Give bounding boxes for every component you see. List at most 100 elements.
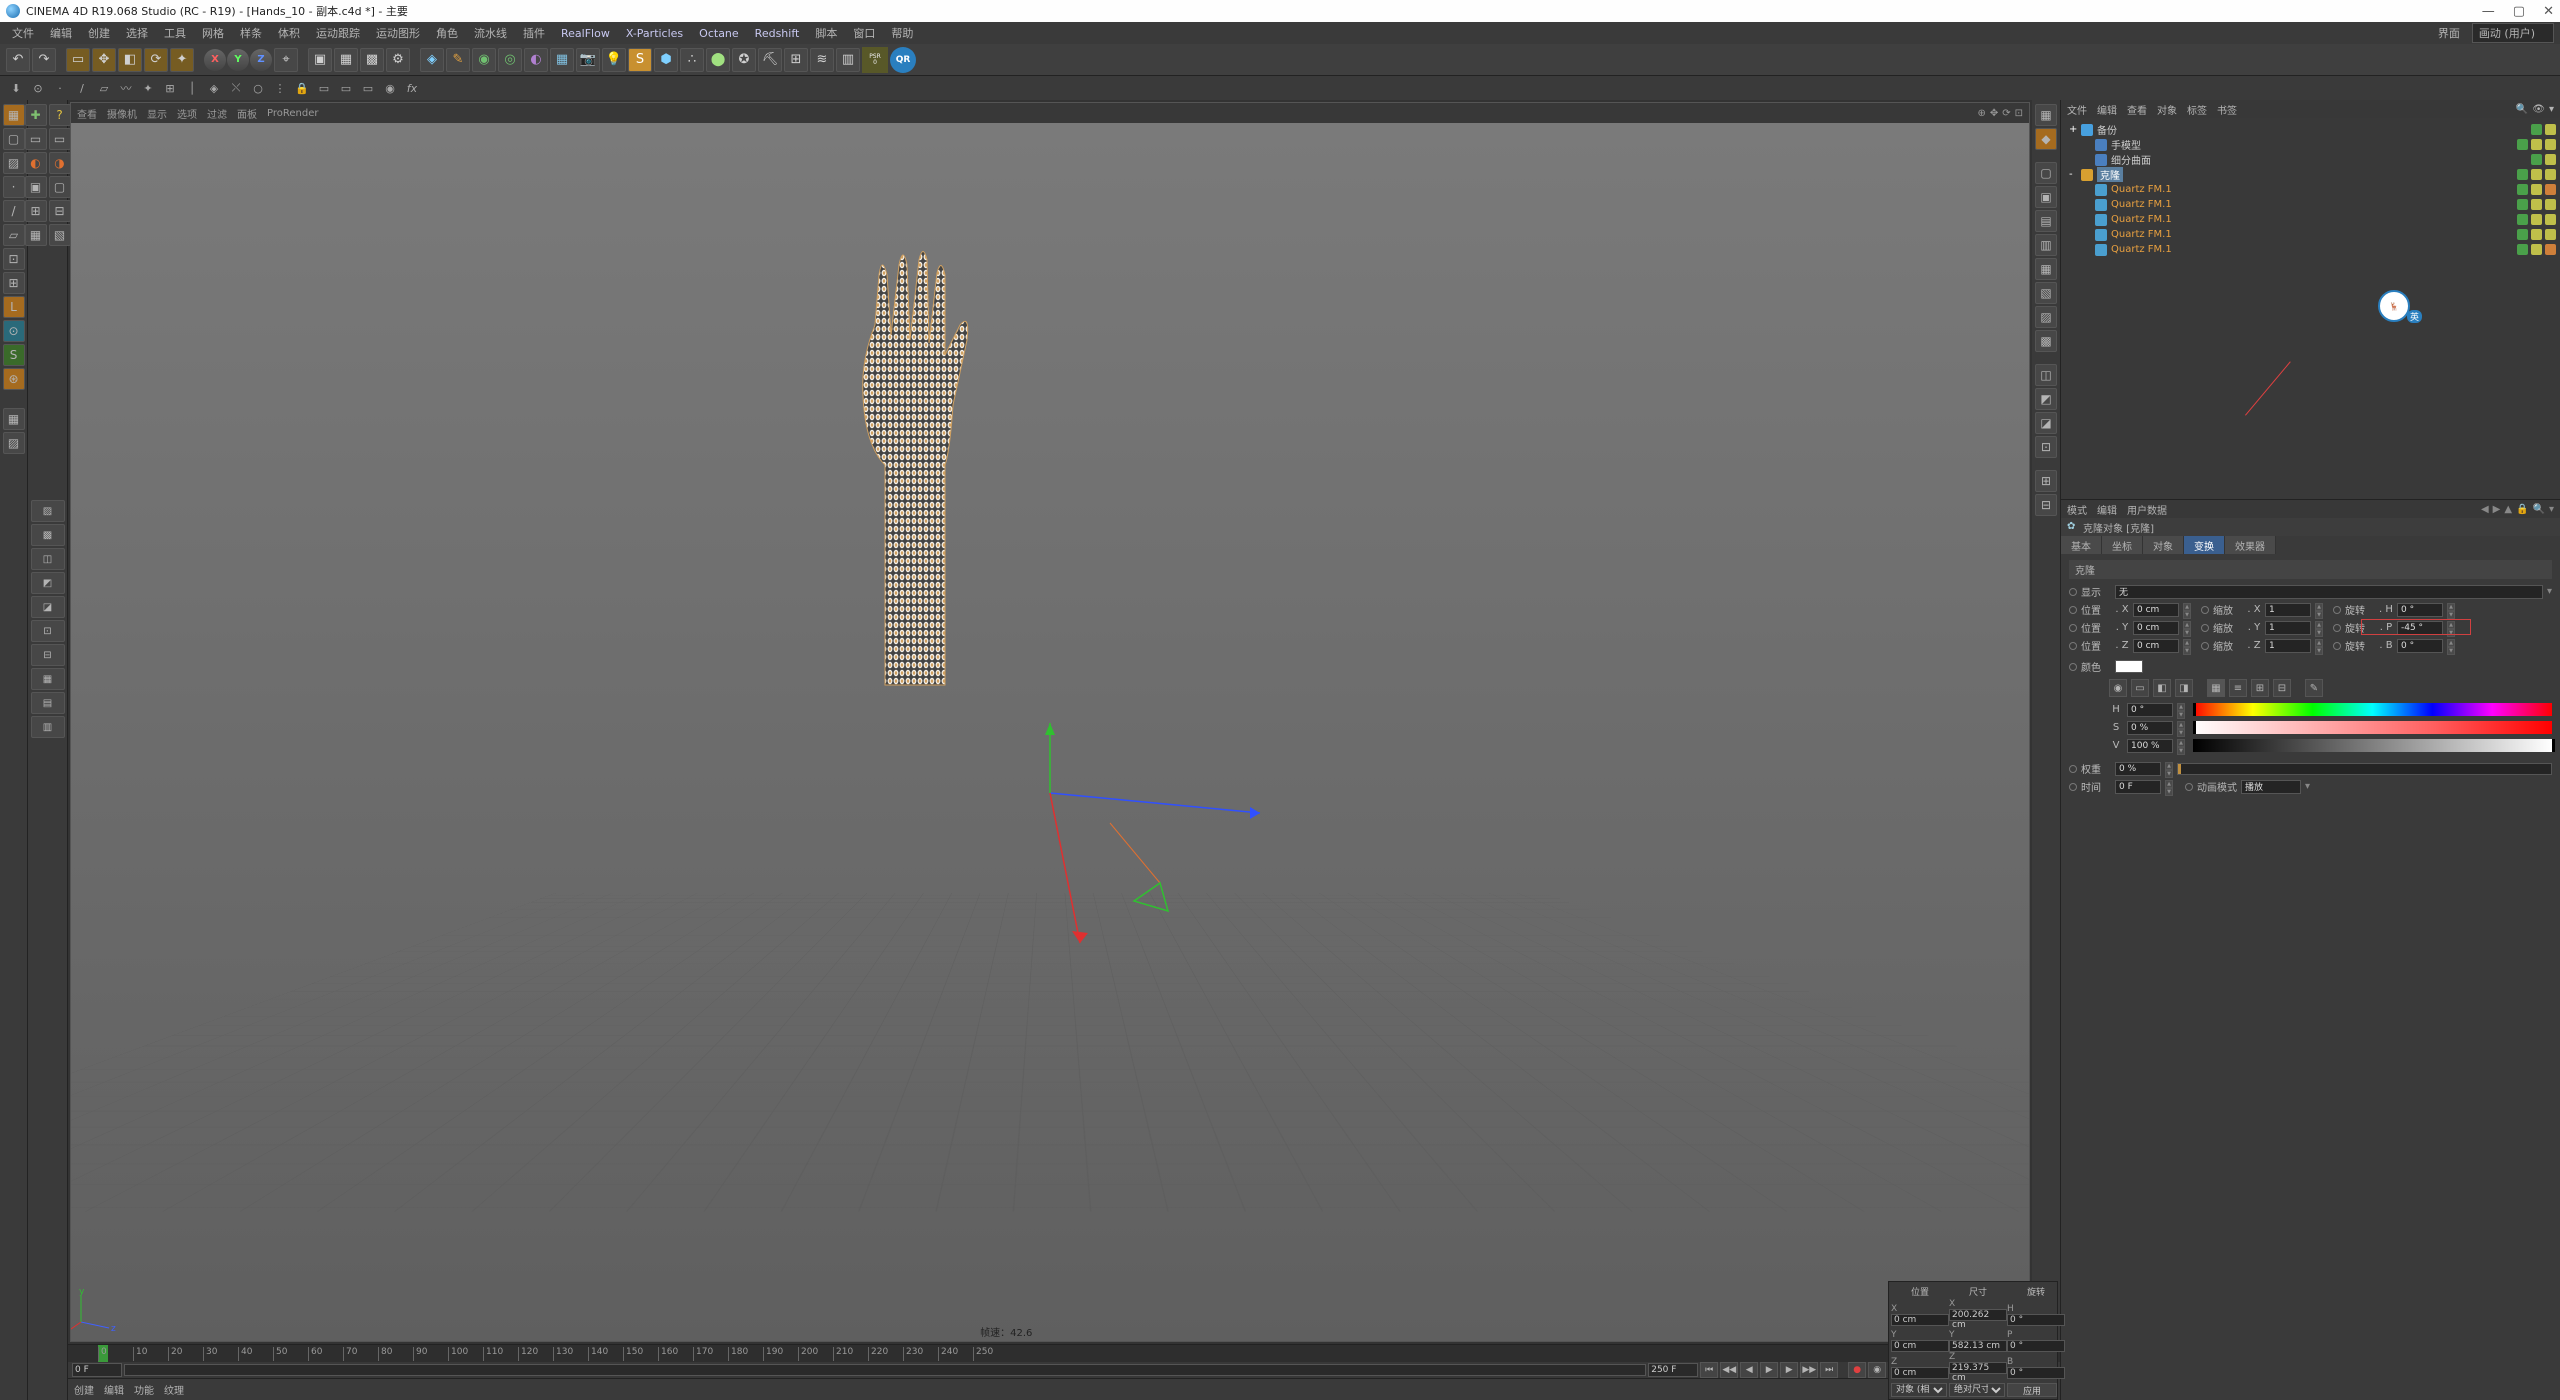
- sculpt-tool8[interactable]: ▦: [31, 668, 65, 690]
- vp-nav4-icon[interactable]: ⊡: [2015, 108, 2023, 119]
- xpresso[interactable]: S: [628, 48, 652, 72]
- matmenu-功能[interactable]: 功能: [134, 1382, 154, 1397]
- convert-icon[interactable]: ⬇: [6, 78, 26, 98]
- coord-apply-button[interactable]: 应用: [2007, 1383, 2057, 1397]
- snap-workplane[interactable]: ◈: [204, 78, 224, 98]
- vst12[interactable]: ⊡: [2035, 436, 2057, 458]
- snap-vertex[interactable]: ·: [50, 78, 70, 98]
- environment[interactable]: ▦: [550, 48, 574, 72]
- snap-edge[interactable]: /: [72, 78, 92, 98]
- snap-grid[interactable]: ⊞: [160, 78, 180, 98]
- objmenu-编辑[interactable]: 编辑: [2097, 102, 2117, 117]
- timeline-scrub[interactable]: [124, 1364, 1646, 1376]
- menu-插件[interactable]: 插件: [517, 23, 551, 43]
- attrmenu-模式[interactable]: 模式: [2067, 502, 2087, 517]
- menu-创建[interactable]: 创建: [82, 23, 116, 43]
- timeline[interactable]: 0102030405060708090100110120130140150160…: [68, 1344, 2060, 1378]
- vpmenu-摄像机[interactable]: 摄像机: [107, 106, 137, 121]
- snap-toggle[interactable]: ⊙: [28, 78, 48, 98]
- snap-s[interactable]: S: [3, 344, 25, 366]
- om-filter-icon[interactable]: ▾: [2549, 104, 2554, 115]
- vst8[interactable]: ▩: [2035, 330, 2057, 352]
- sculpt-tool5[interactable]: ◪: [31, 596, 65, 618]
- close-button[interactable]: ✕: [2543, 4, 2554, 19]
- vst13[interactable]: ⊞: [2035, 470, 2057, 492]
- object-tree[interactable]: +备份手模型细分曲面-克隆Quartz FM.1Quartz FM.1Quart…: [2061, 118, 2560, 499]
- tex-mode2[interactable]: ▨: [3, 432, 25, 454]
- mograph[interactable]: ⬢: [654, 48, 678, 72]
- psr-indicator[interactable]: PSR0: [862, 47, 888, 73]
- color-eyedropper-icon[interactable]: ✎: [2305, 679, 2323, 697]
- objmenu-标签[interactable]: 标签: [2187, 102, 2207, 117]
- tree-row[interactable]: Quartz FM.1: [2065, 197, 2556, 212]
- sculpt-tool10[interactable]: ▥: [31, 716, 65, 738]
- attr-menu-icon[interactable]: ▾: [2549, 504, 2554, 515]
- display-select[interactable]: 无: [2115, 585, 2543, 599]
- snap-midpoint[interactable]: ○: [248, 78, 268, 98]
- frame-current-input[interactable]: [72, 1363, 122, 1377]
- vst14[interactable]: ⊟: [2035, 494, 2057, 516]
- uv-edit[interactable]: ▥: [836, 48, 860, 72]
- spline-pen[interactable]: ✎: [446, 48, 470, 72]
- quantize[interactable]: ⋮: [270, 78, 290, 98]
- edge-mode[interactable]: /: [3, 200, 25, 222]
- tree-row[interactable]: Quartz FM.1: [2065, 242, 2556, 257]
- menu-工具[interactable]: 工具: [158, 23, 192, 43]
- menu-Octane[interactable]: Octane: [693, 25, 745, 42]
- hair[interactable]: ≋: [810, 48, 834, 72]
- menu-样条[interactable]: 样条: [234, 23, 268, 43]
- tree-row[interactable]: Quartz FM.1: [2065, 182, 2556, 197]
- animmode-select[interactable]: 播放: [2241, 780, 2301, 794]
- tree-row[interactable]: 手模型: [2065, 137, 2556, 152]
- weight-slider[interactable]: [2177, 763, 2552, 775]
- vpmenu-查看[interactable]: 查看: [77, 106, 97, 121]
- locked-wp[interactable]: ⊛: [3, 368, 25, 390]
- hud-toggle1[interactable]: ▦: [2035, 104, 2057, 126]
- motiontracker[interactable]: ⊞: [784, 48, 808, 72]
- axis-mode[interactable]: L: [3, 296, 25, 318]
- camera[interactable]: 📷: [576, 48, 600, 72]
- goto-start-button[interactable]: ⏮: [1700, 1362, 1718, 1378]
- attr-search-icon[interactable]: 🔍: [2533, 504, 2545, 515]
- prev-frame-button[interactable]: ◀: [1740, 1362, 1758, 1378]
- vp-nav3-icon[interactable]: ⟳: [2002, 108, 2010, 119]
- attr-tab-对象[interactable]: 对象: [2143, 536, 2184, 554]
- tree-row[interactable]: -克隆: [2065, 167, 2556, 182]
- attr-tab-变换[interactable]: 变换: [2184, 536, 2225, 554]
- tree-row[interactable]: Quartz FM.1: [2065, 212, 2556, 227]
- menu-体积[interactable]: 体积: [272, 23, 306, 43]
- vst6[interactable]: ▧: [2035, 282, 2057, 304]
- menu-角色[interactable]: 角色: [430, 23, 464, 43]
- menu-运动图形[interactable]: 运动图形: [370, 23, 426, 43]
- sel-filter1[interactable]: ▭: [25, 128, 47, 150]
- tree-row[interactable]: Quartz FM.1: [2065, 227, 2556, 242]
- sculpt-tool3[interactable]: ◫: [31, 548, 65, 570]
- sculpt-tool6[interactable]: ⊡: [31, 620, 65, 642]
- particles[interactable]: ∴: [680, 48, 704, 72]
- matmenu-编辑[interactable]: 编辑: [104, 1382, 124, 1397]
- vst5[interactable]: ▦: [2035, 258, 2057, 280]
- render-settings[interactable]: ⚙: [386, 48, 410, 72]
- make-editable[interactable]: ✚: [25, 104, 47, 126]
- snap-axis[interactable]: ✦: [138, 78, 158, 98]
- sculpt-tool7[interactable]: ⊟: [31, 644, 65, 666]
- polygon-mode[interactable]: ▱: [3, 224, 25, 246]
- uv-poly-mode[interactable]: ⊞: [3, 272, 25, 294]
- colormode-wheel-icon[interactable]: ◉: [2109, 679, 2127, 697]
- goto-end-button[interactable]: ⏭: [1820, 1362, 1838, 1378]
- attr-nav-back-icon[interactable]: ◀: [2481, 504, 2489, 515]
- snap-guide[interactable]: │: [182, 78, 202, 98]
- colormode-square-icon[interactable]: ◧: [2153, 679, 2171, 697]
- attr-tab-效果器[interactable]: 效果器: [2225, 536, 2276, 554]
- render-view[interactable]: ▣: [308, 48, 332, 72]
- vst4[interactable]: ▥: [2035, 234, 2057, 256]
- scale-tool[interactable]: ◧: [118, 48, 142, 72]
- objmenu-文件[interactable]: 文件: [2067, 102, 2087, 117]
- point-mode[interactable]: ·: [3, 176, 25, 198]
- workplane-lock[interactable]: 🔒: [292, 78, 312, 98]
- tree-row[interactable]: +备份: [2065, 122, 2556, 137]
- sculpt-tool4[interactable]: ◩: [31, 572, 65, 594]
- recent-tool[interactable]: ✦: [170, 48, 194, 72]
- coord-size-mode[interactable]: 绝对尺寸: [1949, 1383, 2005, 1397]
- sel-grow[interactable]: ▣: [25, 176, 47, 198]
